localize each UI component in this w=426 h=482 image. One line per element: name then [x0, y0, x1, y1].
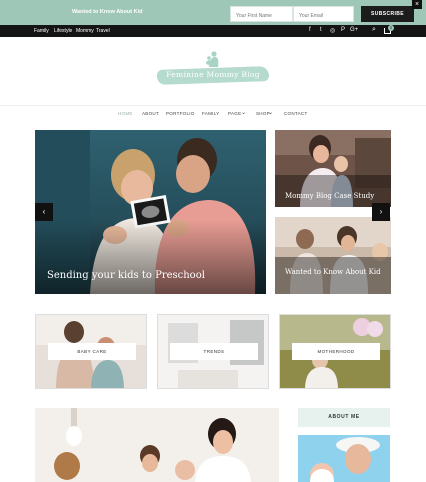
search-icon[interactable]: ⌕ — [372, 26, 376, 34]
email-input[interactable] — [293, 6, 354, 22]
side-post-card[interactable]: Wanted to Know About Kid — [275, 217, 391, 294]
logo-text: Feminine Mommy Blog — [166, 70, 260, 79]
mother-child-logo-icon — [206, 51, 219, 67]
promo-text[interactable]: Wanted to Know About Kid — [72, 9, 142, 15]
category-label[interactable]: TRENDS — [170, 343, 258, 360]
nav-page[interactable]: PAGE — [228, 111, 241, 116]
side-post-image — [275, 217, 391, 294]
featured-post-image[interactable] — [35, 408, 279, 482]
nav-home[interactable]: HOME — [118, 111, 133, 116]
category-label[interactable]: BABY CARE — [48, 343, 136, 360]
author-photo — [298, 435, 390, 482]
topbar-link-travel[interactable]: Travel — [96, 28, 110, 34]
subscribe-button[interactable]: SUBSCRIBE — [361, 6, 414, 22]
close-icon[interactable]: × — [412, 0, 422, 9]
chevron-down-icon: ⌄ — [268, 110, 274, 116]
nav-about[interactable]: ABOUT — [142, 111, 159, 116]
site-logo[interactable]: Feminine Mommy Blog — [156, 50, 270, 90]
topbar-link-mommy[interactable]: Mommy — [76, 28, 94, 34]
hero-main-title[interactable]: Sending your kids to Preschool — [47, 270, 205, 281]
topbar-link-family[interactable]: Family — [34, 28, 49, 34]
slider-next-arrow-icon[interactable]: › — [372, 203, 390, 221]
about-me-heading: ABOUT ME — [298, 408, 390, 427]
category-box-trends[interactable]: TRENDS — [157, 314, 269, 389]
pinterest-icon[interactable]: P — [341, 27, 345, 33]
side-post-title[interactable]: Wanted to Know About Kid — [285, 267, 381, 277]
side-post-title[interactable]: Mommy Blog Case Study — [285, 191, 374, 201]
google-plus-icon[interactable]: G+ — [350, 27, 358, 33]
nav-contact[interactable]: CONTACT — [284, 111, 308, 116]
promo-bar: Wanted to Know About Kid SUBSCRIBE × — [0, 0, 426, 25]
topbar-link-lifestyle[interactable]: Lifestyle — [54, 28, 72, 34]
chevron-down-icon: ⌄ — [241, 110, 247, 116]
facebook-icon[interactable]: f — [309, 27, 311, 33]
cart-count-badge: 0 — [388, 25, 394, 31]
twitter-icon[interactable]: t — [320, 27, 322, 33]
category-box-baby-care[interactable]: BABY CARE — [35, 314, 147, 389]
nav-portfolio[interactable]: PORTFOLIO — [166, 111, 195, 116]
instagram-icon[interactable]: ◎ — [330, 27, 335, 34]
side-post-card[interactable]: Mommy Blog Case Study — [275, 130, 391, 207]
nav-family[interactable]: FAMILY — [202, 111, 219, 116]
slider-prev-arrow-icon[interactable]: ‹ — [35, 203, 53, 221]
category-box-motherhood[interactable]: MOTHERHOOD — [279, 314, 391, 389]
top-bar: Family Lifestyle Mommy Travel f t ◎ P G+… — [0, 25, 426, 37]
about-me-image — [298, 435, 390, 482]
first-name-input[interactable] — [230, 6, 293, 22]
category-label[interactable]: MOTHERHOOD — [292, 343, 380, 360]
family-photo — [35, 408, 279, 482]
nav-divider — [0, 105, 426, 106]
hero-slide[interactable]: Sending your kids to Preschool — [35, 130, 266, 294]
